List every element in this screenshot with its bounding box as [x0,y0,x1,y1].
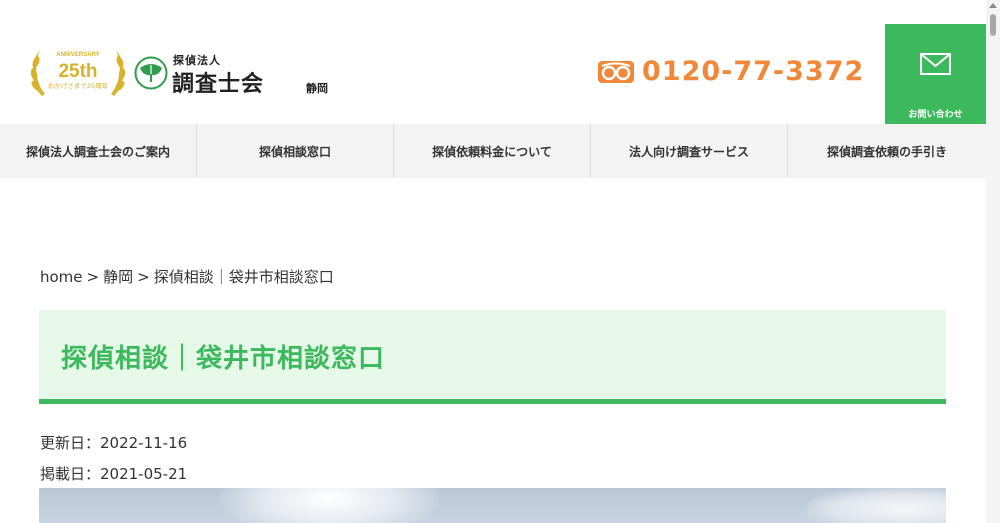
scrollbar-thumb[interactable] [990,14,996,36]
nav-item-consultation[interactable]: 探偵相談窓口 [197,124,394,178]
logo-name[interactable]: 調査士会 [172,66,264,98]
phone-contact[interactable]: 0120-77-3372 [598,56,864,87]
breadcrumb: home > 静岡 > 探偵相談｜袋井市相談窓口 [40,266,334,287]
breadcrumb-separator: > [137,268,150,286]
nav-item-pricing[interactable]: 探偵依頼料金について [394,124,591,178]
page-title: 探偵相談｜袋井市相談窓口 [61,344,386,374]
scroll-up-arrow-icon[interactable] [989,3,997,8]
nav-item-about[interactable]: 探偵法人調査士会のご案内 [0,124,197,178]
phone-number[interactable]: 0120-77-3372 [642,56,864,87]
badge-years: 25th [58,61,97,82]
cloud [806,488,946,523]
anniversary-badge: ANNIVERSARY 25th おかげさまで25周年 [28,44,128,102]
badge-bottom-text: おかげさまで25周年 [48,81,109,90]
page-title-box: 探偵相談｜袋井市相談窓口 [39,310,946,404]
vertical-scrollbar[interactable] [986,0,1000,523]
hero-sky-image [39,488,946,523]
logo-region: 静岡 [306,82,328,95]
sun-glow [219,488,439,523]
posted-date: 掲載日：2021-05-21 [40,465,188,483]
nav-item-corporate[interactable]: 法人向け調査サービス [591,124,788,178]
updated-date: 更新日：2022-11-16 [40,434,188,452]
site-header: ANNIVERSARY 25th おかげさまで25周年 探偵法人 調査士会 静岡… [0,0,986,124]
contact-button[interactable]: お問い合わせ [885,24,986,124]
breadcrumb-separator: > [86,268,100,286]
breadcrumb-home[interactable]: home [40,268,83,286]
breadcrumb-current: 探偵相談｜袋井市相談窓口 [153,268,334,286]
breadcrumb-shizuoka[interactable]: 静岡 [103,268,133,286]
mail-icon [920,53,951,75]
free-dial-icon [598,60,634,83]
global-nav: 探偵法人調査士会のご案内 探偵相談窓口 探偵依頼料金について 法人向け調査サービ… [0,124,986,178]
contact-button-label: お問い合わせ [908,110,963,120]
ginkgo-leaf-icon[interactable] [134,56,168,90]
badge-top-text: ANNIVERSARY [56,52,99,58]
nav-item-guide[interactable]: 探偵調査依頼の手引き [788,124,986,178]
